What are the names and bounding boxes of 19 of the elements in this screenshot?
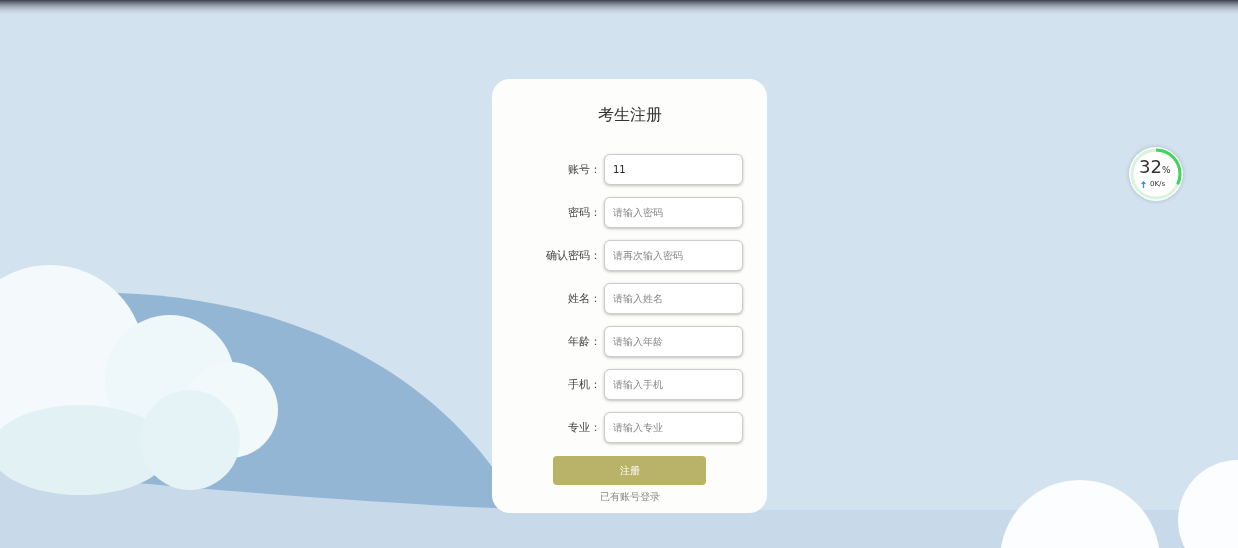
field-label: 姓名： xyxy=(567,291,602,306)
percent-unit: % xyxy=(1161,165,1171,175)
field-label: 年龄： xyxy=(567,334,602,349)
field-label: 手机： xyxy=(567,377,602,392)
form-title: 考生注册 xyxy=(597,105,662,126)
input-field[interactable]: 11 xyxy=(604,154,743,185)
input-field[interactable]: 请输入年龄 xyxy=(604,326,743,357)
input-field[interactable]: 请输入手机 xyxy=(604,369,743,400)
percent-text: 32 xyxy=(1139,156,1162,177)
input-field[interactable]: 请输入姓名 xyxy=(604,283,743,314)
field-label: 专业： xyxy=(567,420,602,435)
input-field[interactable]: 请输入密码 xyxy=(604,197,743,228)
field-label: 确认密码： xyxy=(545,248,602,263)
field-label: 密码： xyxy=(567,205,602,220)
input-field[interactable]: 请输入专业 xyxy=(604,412,743,443)
field-label: 账号： xyxy=(567,162,602,177)
upload-arrow-icon xyxy=(1141,180,1146,188)
login-link[interactable]: 已有账号登录 xyxy=(599,490,660,504)
input-field[interactable]: 请再次输入密码 xyxy=(604,240,743,271)
